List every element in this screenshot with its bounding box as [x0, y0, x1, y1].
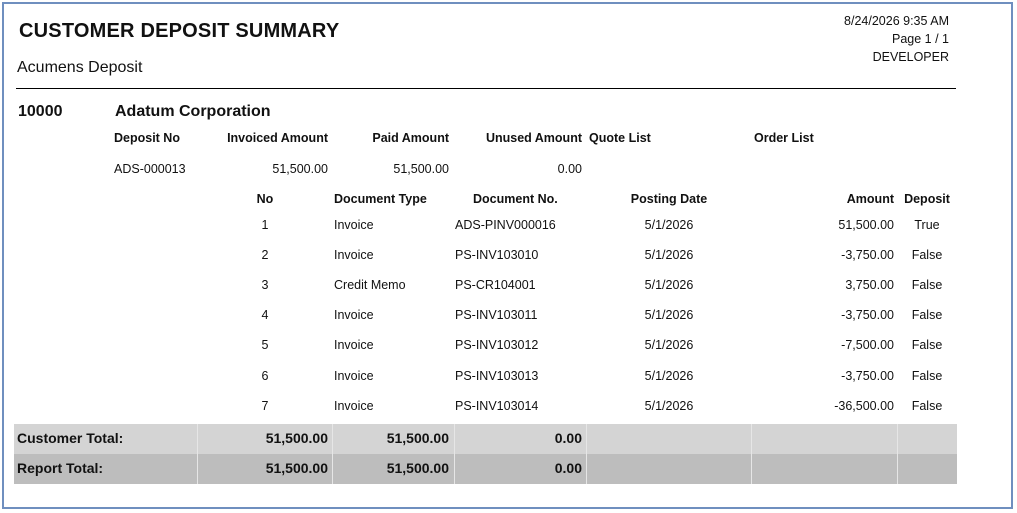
- report-datetime: 8/24/2026 9:35 AM: [844, 14, 949, 28]
- cell-document-no: PS-INV103014: [455, 399, 539, 413]
- report-title: CUSTOMER DEPOSIT SUMMARY: [19, 20, 340, 42]
- report-page: CUSTOMER DEPOSIT SUMMARY Acumens Deposit…: [2, 2, 1013, 509]
- cell-posting-date: 5/1/2026: [644, 308, 694, 322]
- header-quote-list: Quote List: [589, 131, 651, 145]
- deposit-unused-amount: 0.00: [557, 162, 582, 176]
- report-total-row: Report Total: 51,500.00 51,500.00 0.00: [14, 454, 957, 484]
- cell-posting-date: 5/1/2026: [644, 218, 694, 232]
- cell-document-type: Invoice: [334, 308, 374, 322]
- table-row: 7 Invoice PS-INV103014 5/1/2026 -36,500.…: [4, 393, 1004, 423]
- cell-amount: 3,750.00: [845, 278, 894, 292]
- cell-no: 2: [261, 248, 269, 262]
- report-user: DEVELOPER: [872, 50, 949, 64]
- cell-document-type: Invoice: [334, 338, 374, 352]
- table-row: 2 Invoice PS-INV103010 5/1/2026 -3,750.0…: [4, 242, 1004, 272]
- cell-amount: 51,500.00: [838, 218, 894, 232]
- detail-header-deposit: Deposit: [904, 192, 950, 206]
- cell-deposit: False: [911, 399, 943, 413]
- cell-document-type: Invoice: [334, 399, 374, 413]
- cell-document-no: PS-INV103011: [455, 308, 538, 322]
- header-unused-amount: Unused Amount: [485, 131, 582, 145]
- cell-no: 5: [261, 338, 269, 352]
- customer-total-row: Customer Total: 51,500.00 51,500.00 0.00: [14, 424, 957, 454]
- header-paid-amount: Paid Amount: [372, 131, 449, 145]
- header-deposit-no: Deposit No: [114, 131, 180, 145]
- cell-amount: -36,500.00: [834, 399, 894, 413]
- cell-posting-date: 5/1/2026: [644, 399, 694, 413]
- header-invoiced-amount: Invoiced Amount: [227, 131, 328, 145]
- cell-posting-date: 5/1/2026: [644, 248, 694, 262]
- cell-amount: -3,750.00: [841, 369, 894, 383]
- cell-no: 3: [261, 278, 269, 292]
- report-total-paid: 51,500.00: [386, 460, 449, 476]
- cell-document-no: PS-INV103012: [455, 338, 539, 352]
- cell-no: 4: [261, 308, 269, 322]
- cell-deposit: False: [911, 369, 943, 383]
- report-total-unused: 0.00: [554, 460, 582, 476]
- header-order-list: Order List: [754, 131, 814, 145]
- cell-deposit: False: [911, 308, 943, 322]
- cell-posting-date: 5/1/2026: [644, 338, 694, 352]
- cell-document-no: PS-INV103013: [455, 369, 539, 383]
- cell-posting-date: 5/1/2026: [644, 369, 694, 383]
- cell-amount: -3,750.00: [841, 248, 894, 262]
- customer-total-unused: 0.00: [554, 430, 582, 446]
- cell-document-no: PS-INV103010: [455, 248, 539, 262]
- table-row: 4 Invoice PS-INV103011 5/1/2026 -3,750.0…: [4, 302, 1004, 332]
- detail-header-amount: Amount: [846, 192, 894, 206]
- header-divider: [16, 88, 956, 89]
- page-number: Page 1 / 1: [892, 32, 949, 46]
- cell-document-type: Invoice: [334, 369, 374, 383]
- detail-header-no: No: [256, 192, 274, 206]
- detail-header-document-no: Document No.: [473, 192, 558, 206]
- report-total-label: Report Total:: [17, 460, 104, 476]
- cell-amount: -3,750.00: [841, 308, 894, 322]
- table-row: 1 Invoice ADS-PINV000016 5/1/2026 51,500…: [4, 212, 1004, 242]
- table-row: 5 Invoice PS-INV103012 5/1/2026 -7,500.0…: [4, 332, 1004, 362]
- cell-deposit: False: [911, 248, 943, 262]
- cell-deposit: False: [911, 338, 943, 352]
- cell-posting-date: 5/1/2026: [644, 278, 694, 292]
- cell-amount: -7,500.00: [841, 338, 894, 352]
- detail-header-posting-date: Posting Date: [630, 192, 708, 206]
- deposit-no: ADS-000013: [114, 162, 186, 176]
- report-subtitle: Acumens Deposit: [17, 59, 143, 76]
- cell-no: 7: [261, 399, 269, 413]
- deposit-invoiced-amount: 51,500.00: [272, 162, 328, 176]
- cell-document-no: PS-CR104001: [455, 278, 536, 292]
- cell-document-type: Invoice: [334, 218, 374, 232]
- customer-id: 10000: [18, 103, 63, 120]
- customer-name: Adatum Corporation: [115, 103, 271, 120]
- cell-deposit: True: [914, 218, 940, 232]
- cell-no: 6: [261, 369, 269, 383]
- customer-total-invoiced: 51,500.00: [265, 430, 328, 446]
- customer-total-label: Customer Total:: [17, 430, 124, 446]
- table-row: 6 Invoice PS-INV103013 5/1/2026 -3,750.0…: [4, 363, 1004, 393]
- cell-deposit: False: [911, 278, 943, 292]
- cell-no: 1: [261, 218, 269, 232]
- detail-header-document-type: Document Type: [334, 192, 427, 206]
- cell-document-type: Credit Memo: [334, 278, 406, 292]
- customer-total-paid: 51,500.00: [386, 430, 449, 446]
- deposit-paid-amount: 51,500.00: [393, 162, 449, 176]
- report-total-invoiced: 51,500.00: [265, 460, 328, 476]
- cell-document-no: ADS-PINV000016: [455, 218, 556, 232]
- cell-document-type: Invoice: [334, 248, 374, 262]
- table-row: 3 Credit Memo PS-CR104001 5/1/2026 3,750…: [4, 272, 1004, 302]
